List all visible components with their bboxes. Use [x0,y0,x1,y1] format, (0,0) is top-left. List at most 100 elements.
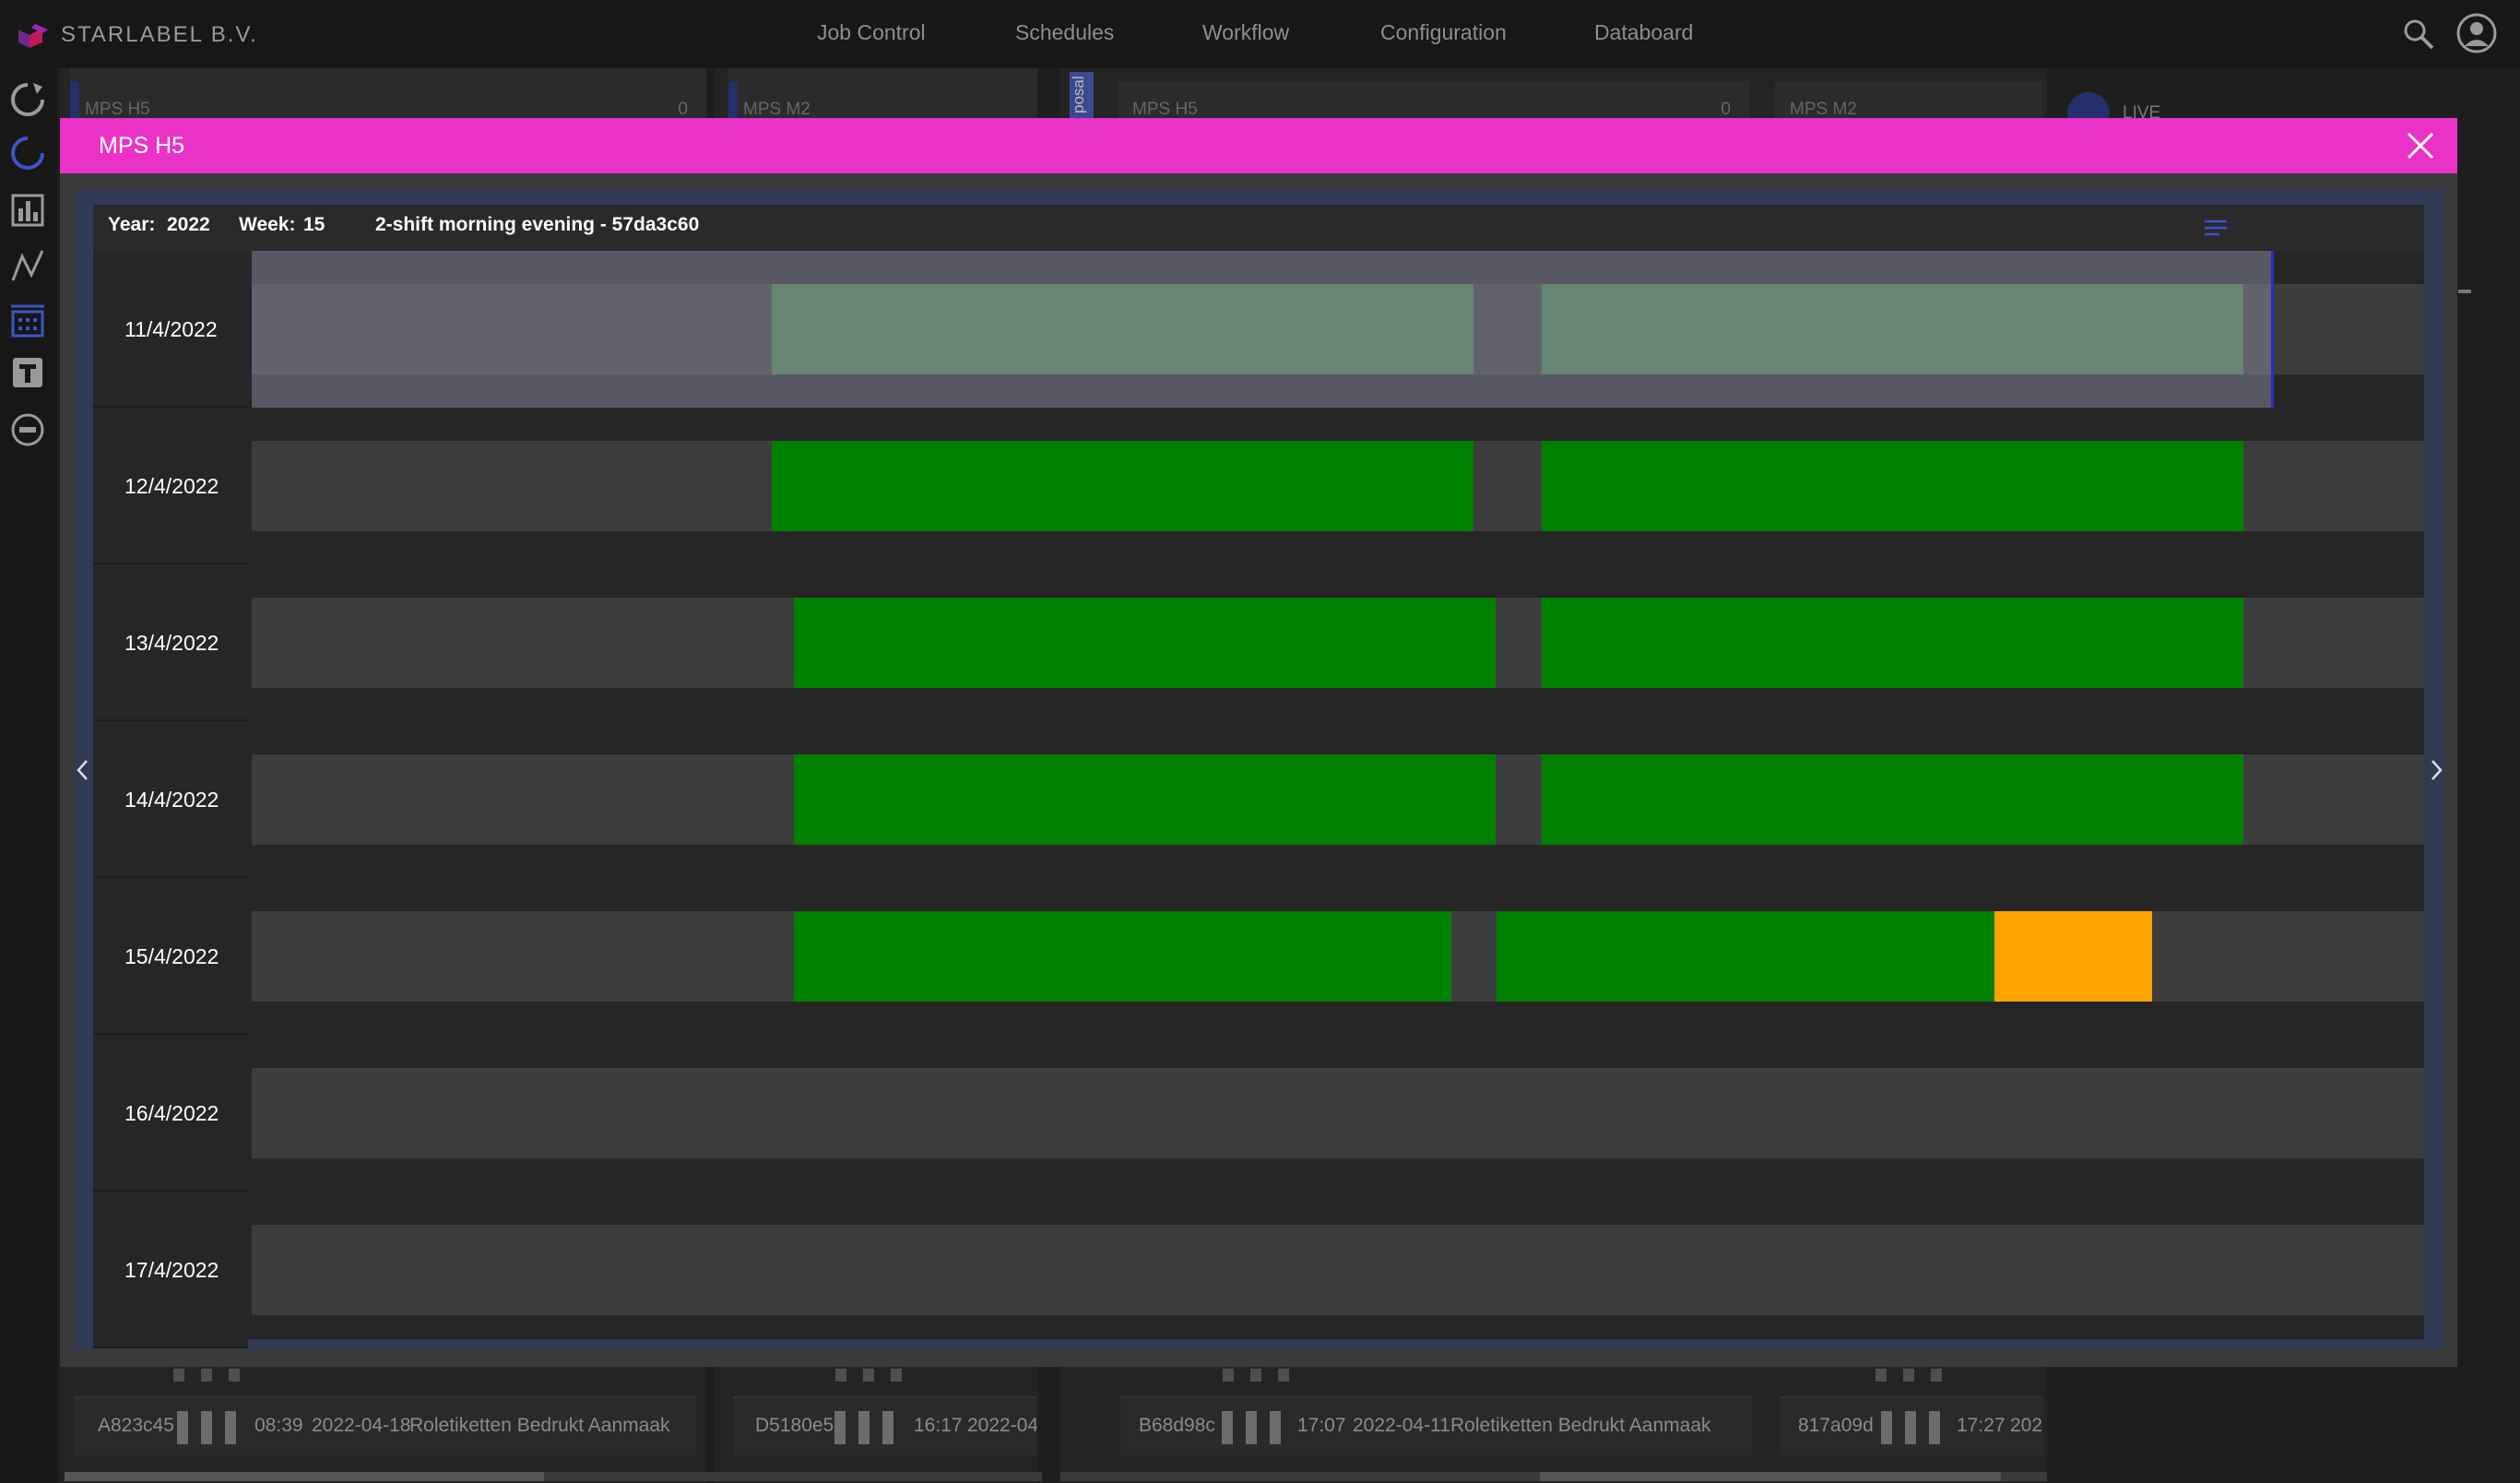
day-row: 11/4/2022 [93,251,2424,408]
bg-panel-accent [70,81,79,118]
shift-segment-scheduled[interactable] [1542,441,2243,531]
bar-chart-icon[interactable] [9,192,46,229]
day-label: 13/4/2022 [93,564,248,721]
day-date: 13/4/2022 [124,631,219,655]
day-lane[interactable] [252,754,2424,845]
top-bar: STARLABEL B.V. Job Control Schedules Wor… [0,0,2520,68]
day-row: 17/4/2022 [93,1192,2424,1348]
brand-logo-icon [18,24,48,48]
sidebar [0,68,57,1483]
bg-mini-bars [1223,1369,1306,1386]
search-icon[interactable] [2401,17,2436,52]
job-status-bars [1881,1411,1953,1450]
job-row[interactable]: B68d98c 17:07 2022-04-11 Roletiketten Be… [1120,1396,1752,1455]
day-lane[interactable] [252,1068,2424,1158]
day-label: 17/4/2022 [93,1192,248,1348]
shift-segment-scheduled[interactable] [1542,754,2243,845]
shift-segment-warning[interactable] [1994,911,2152,1002]
day-date: 16/4/2022 [124,1101,219,1125]
week-value: 15 [303,214,325,235]
job-id: 817a09d [1798,1415,1874,1436]
shift-segment-scheduled[interactable] [794,754,1496,845]
day-date: 11/4/2022 [124,317,218,341]
scrollbar-thumb[interactable] [65,1472,544,1481]
calendar-icon[interactable] [9,303,46,339]
shift-segment-scheduled[interactable] [794,598,1496,688]
job-row[interactable]: 817a09d 17:27 202 [1780,1396,2042,1455]
day-label: 14/4/2022 [93,721,248,878]
job-date: 2022-04-11 [1353,1415,1450,1436]
circle-progress-icon[interactable] [9,135,46,172]
shift-segment-scheduled[interactable] [794,911,1451,1002]
schedule-timeline: Year: 2022 Week: 15 2-shift morning even… [93,205,2424,1348]
proposal-tab[interactable]: posal [1070,72,1094,118]
close-icon[interactable] [2404,129,2437,162]
minus-circle-icon[interactable] [9,411,46,448]
refresh-icon[interactable] [9,81,46,118]
bg-mini-bars [173,1369,256,1386]
live-indicator-icon [2067,92,2110,118]
day-row: 16/4/2022 [93,1035,2424,1192]
text-icon[interactable] [9,354,46,391]
chevron-left-icon[interactable] [73,756,93,784]
day-row: 12/4/2022 [93,408,2424,564]
job-status-bars [834,1411,906,1450]
day-lane[interactable] [252,1225,2424,1315]
horizontal-scrollbar[interactable] [65,1472,1042,1481]
nav-workflow[interactable]: Workflow [1202,20,1289,45]
day-lane[interactable] [252,598,2424,688]
job-status-bars [177,1411,249,1450]
nav-job-control[interactable]: Job Control [817,20,926,45]
brand-name: STARLABEL B.V. [61,22,258,47]
background-marker [2458,290,2471,293]
job-date: 2022-04-18 [312,1415,411,1436]
day-date: 17/4/2022 [124,1258,219,1282]
brand[interactable]: STARLABEL B.V. [15,17,258,53]
week-label: Week: [239,214,296,235]
bg-panel-count: 0 [1721,100,1731,119]
day-label: 15/4/2022 [93,878,248,1035]
nav-databoard[interactable]: Databoard [1594,20,1693,45]
day-lane[interactable] [252,441,2424,531]
shift-info: 2-shift morning evening - 57da3c60 [375,214,700,235]
line-chart-icon[interactable] [9,247,46,284]
horizontal-scrollbar[interactable] [1060,1472,2047,1481]
bg-mini-bars [1875,1369,1958,1386]
day-row: 13/4/2022 [93,564,2424,721]
bg-mini-bars [835,1369,918,1386]
scrollbar-thumb[interactable] [1540,1472,2001,1481]
day-row: 15/4/2022 [93,878,2424,1035]
day-lane[interactable] [252,284,2424,374]
job-status-bars [1222,1411,1294,1450]
year-label: Year: [108,214,156,235]
shift-segment-past[interactable] [1542,284,2243,374]
job-id: A823c45 [98,1415,174,1436]
shift-segment-scheduled[interactable] [1497,911,1994,1002]
job-row[interactable]: A823c45 08:39 2022-04-18 Roletiketten Be… [74,1396,696,1455]
user-account-icon[interactable] [2456,13,2497,53]
chevron-right-icon[interactable] [2426,756,2446,784]
job-time: 17:27 [1957,1415,2005,1436]
job-description: Roletiketten Bedrukt Aanmaak [409,1415,670,1436]
shift-segment-scheduled[interactable] [772,441,1473,531]
day-label: 16/4/2022 [93,1035,248,1192]
job-time: 08:39 [254,1415,303,1436]
schedule-modal: MPS H5 Year: 2022 Week: 15 2-shift morni… [60,118,2457,1367]
modal-header: MPS H5 [60,118,2457,173]
day-label: 11/4/2022 [93,251,248,408]
bg-panel-header: MPS M2 [1775,81,2042,119]
day-lane[interactable] [252,911,2424,1002]
bg-panel-title: MPS H5 [1132,100,1198,119]
shift-segment-scheduled[interactable] [1542,598,2243,688]
job-row[interactable]: D5180e5 16:17 2022-04- [733,1396,1037,1455]
list-menu-icon[interactable] [2203,218,2229,240]
nav-configuration[interactable]: Configuration [1380,20,1507,45]
year-value: 2022 [167,214,210,235]
job-date: 2022-04- [967,1415,1037,1436]
day-date: 12/4/2022 [124,474,219,498]
nav-schedules[interactable]: Schedules [1015,20,1114,45]
bg-panel-header: MPS H5 0 [70,68,706,119]
shift-segment-past[interactable] [772,284,1473,374]
bg-panel-header: MPS H5 0 [1118,81,1749,119]
modal-title: MPS H5 [99,133,185,159]
